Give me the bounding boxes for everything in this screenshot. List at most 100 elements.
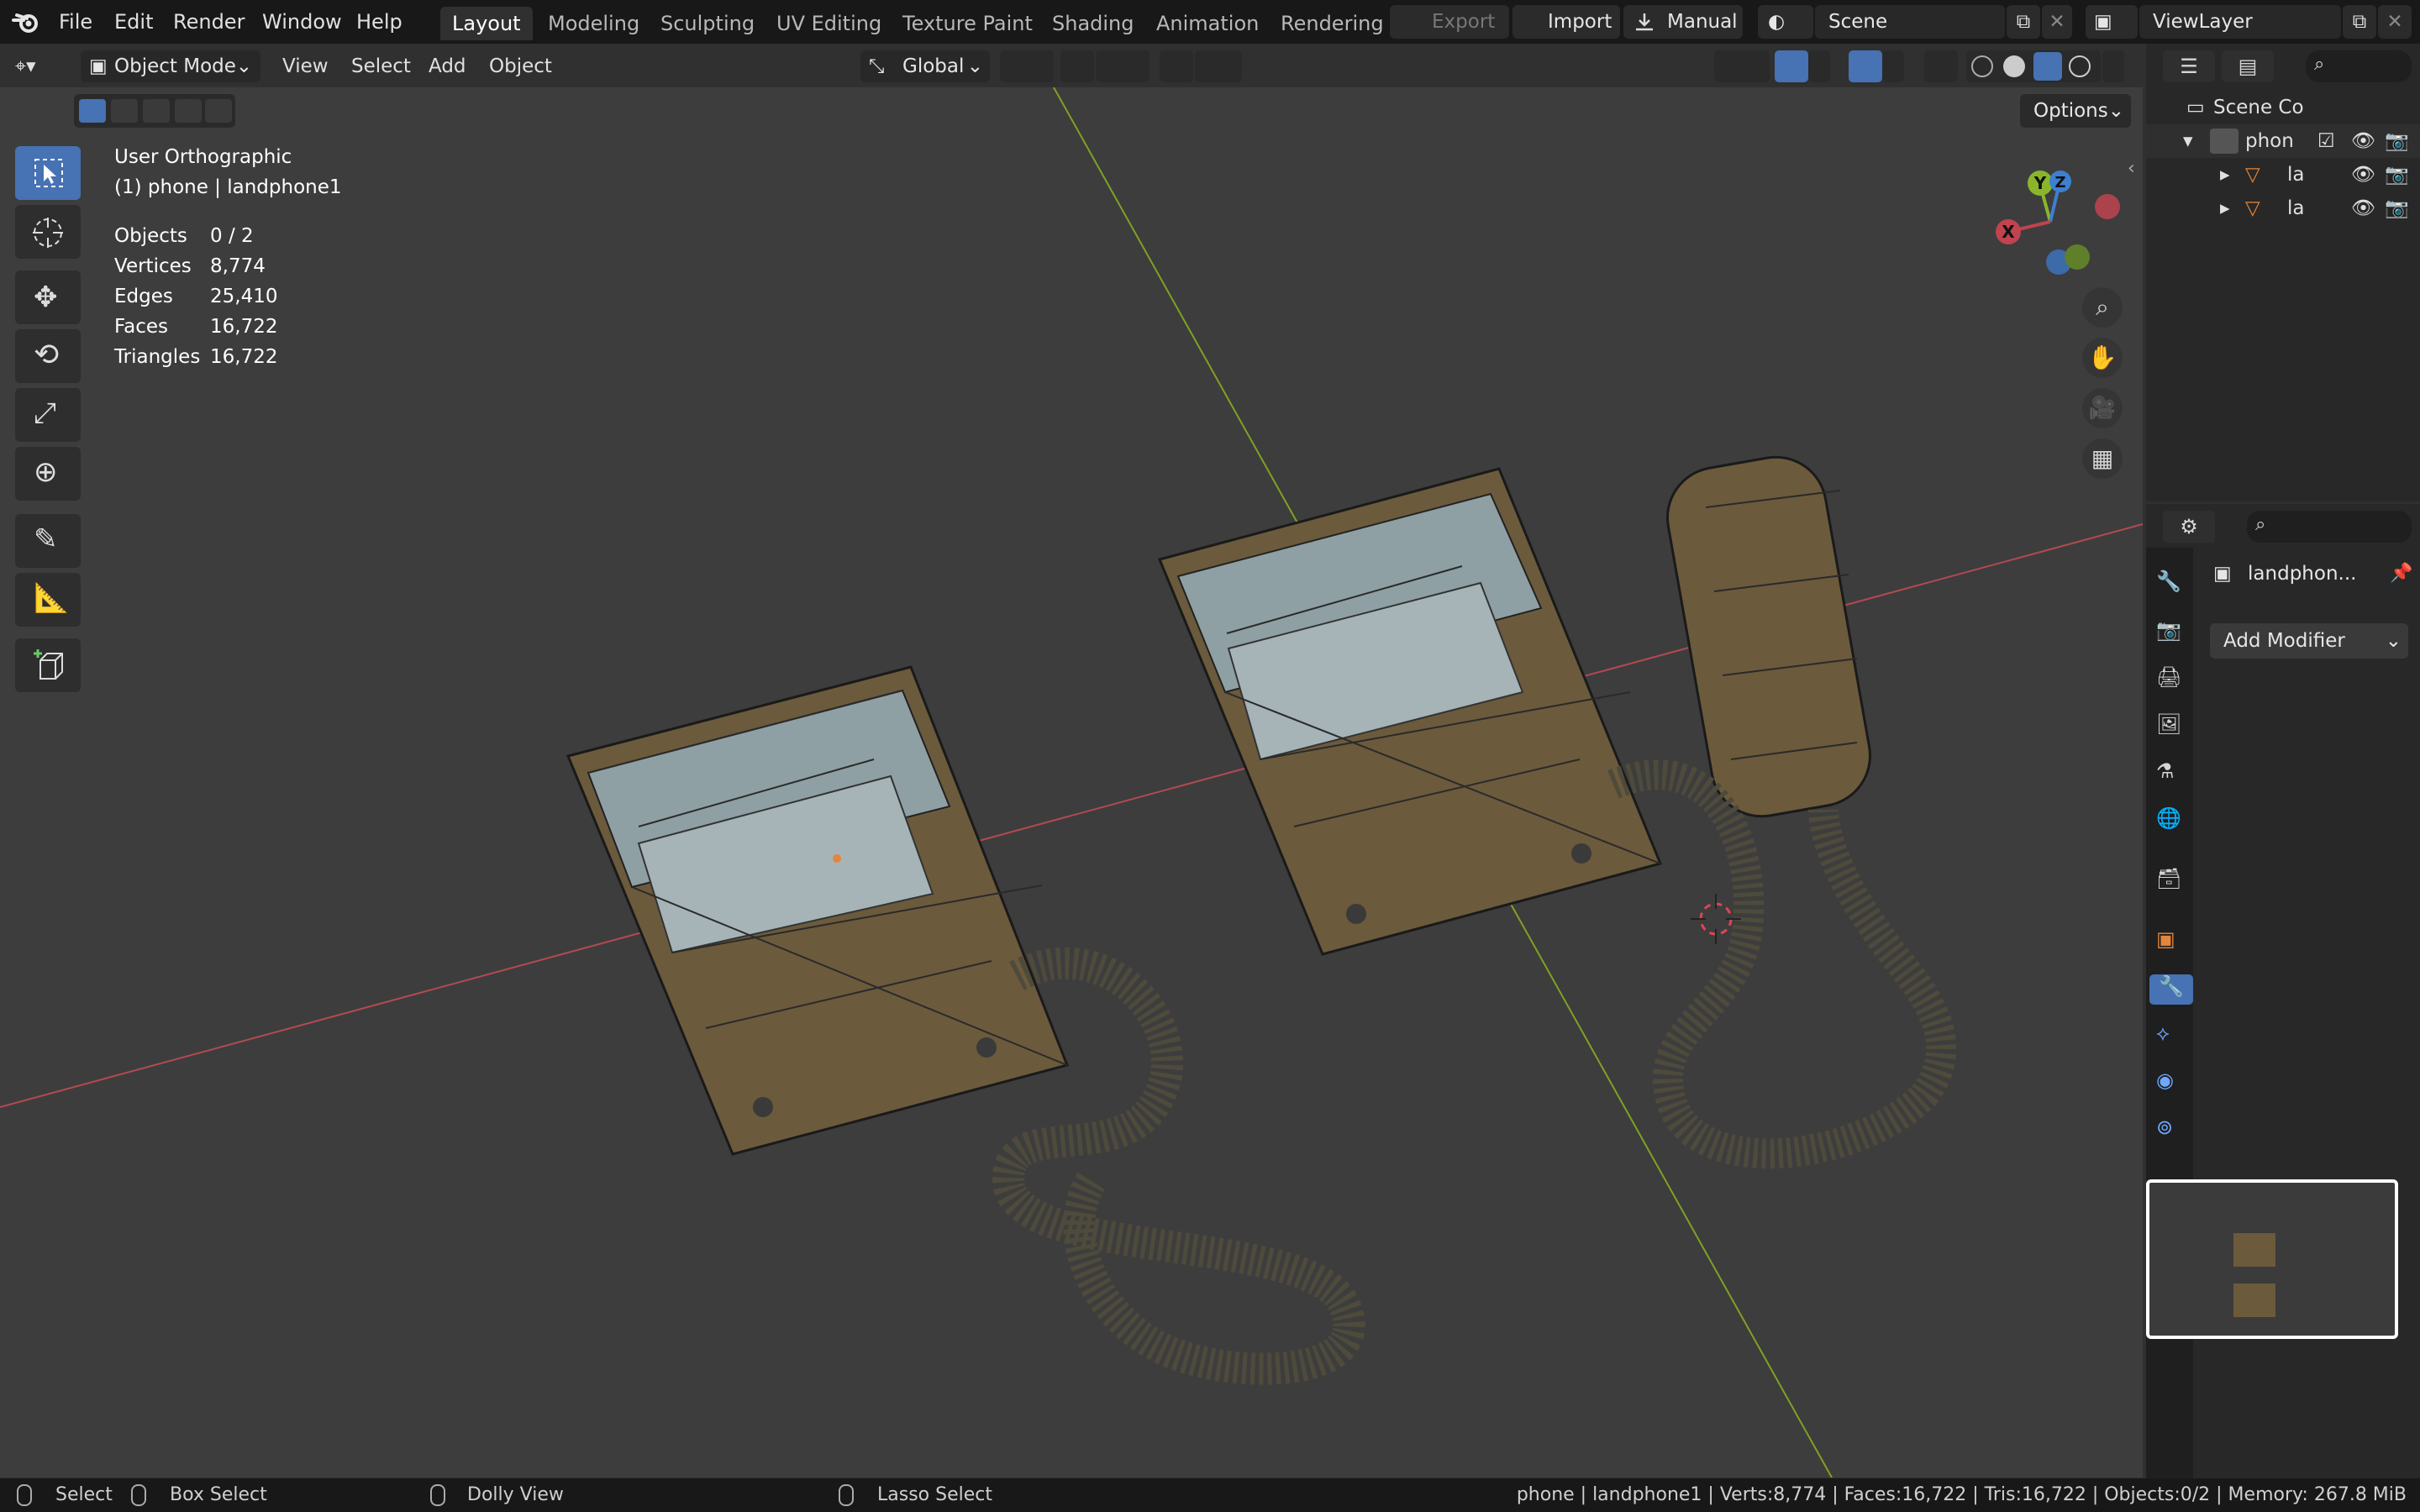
move-tool[interactable]: ✥ (15, 270, 81, 324)
solid-shading-icon[interactable] (2003, 55, 2025, 77)
outliner-editor-icon[interactable]: ☰ (2163, 50, 2215, 82)
menu-edit[interactable]: Edit (106, 7, 161, 37)
proportional-edit-icon[interactable] (1160, 50, 1193, 82)
falloff-icon[interactable] (1195, 50, 1242, 82)
object-props-icon[interactable]: ▣ (2156, 927, 2186, 958)
select-invert-icon[interactable] (175, 99, 202, 123)
scene-type-button[interactable]: ◐ (1758, 5, 1813, 39)
render-camera-icon[interactable]: 📷 (2385, 124, 2409, 158)
eye-icon[interactable]: 👁 (2351, 124, 2375, 158)
outliner-object-row[interactable]: ▸ ▽ la 👁 📷 (2146, 192, 2420, 225)
tab-animation[interactable]: Animation (1144, 7, 1270, 40)
menu-object[interactable]: Object (489, 50, 552, 82)
close-icon[interactable]: ✕ (2042, 5, 2072, 39)
pivot-point-icon[interactable] (1000, 50, 1054, 82)
options-dropdown[interactable]: Options ⌄ (2020, 94, 2131, 128)
render-camera-icon[interactable]: 📷 (2385, 192, 2409, 225)
snap-toggle-icon[interactable] (1060, 50, 1094, 82)
material-shading-icon[interactable] (2033, 52, 2062, 81)
wireframe-shading-icon[interactable] (1971, 55, 1993, 77)
screenshot-thumbnail[interactable] (2146, 1179, 2398, 1339)
zoom-icon[interactable]: ⌕ (2082, 287, 2123, 328)
select-intersect-icon[interactable] (205, 99, 232, 123)
add-cube-tool[interactable] (15, 638, 81, 692)
outliner-collection-row[interactable]: ▾ phone ☑ 👁 📷 (2146, 124, 2420, 158)
outliner-scene-row[interactable]: ▭ Scene Co (2146, 91, 2420, 124)
gizmo-chevron-down-icon[interactable] (1808, 50, 1830, 82)
new-viewlayer-icon[interactable]: ⧉ (2343, 5, 2376, 39)
orientation-dropdown[interactable]: ⤡ Global ⌄ (860, 50, 990, 82)
snap-target-icon[interactable] (1096, 50, 1150, 82)
eye-icon[interactable]: 👁 (2351, 158, 2375, 192)
view-layer-icon[interactable]: 🖼 (2156, 712, 2186, 743)
tab-rendering[interactable]: Rendering (1269, 7, 1396, 40)
render-camera-icon[interactable]: 📷 (2385, 158, 2409, 192)
outliner-search-input[interactable]: ⌕ (2306, 50, 2412, 82)
properties-editor-icon[interactable]: ⚙ (2163, 511, 2215, 543)
shading-chevron-down-icon[interactable] (2102, 50, 2124, 82)
select-extend-icon[interactable] (111, 99, 138, 123)
modifier-wrench-icon[interactable]: 🔧 (2149, 974, 2193, 1005)
tab-uv-editing[interactable]: UV Editing (765, 7, 893, 40)
camera-icon[interactable]: 🎥 (2082, 388, 2123, 428)
menu-view[interactable]: View (282, 50, 329, 82)
grid-icon[interactable]: ▦ (2082, 438, 2123, 479)
overlays-toggle-icon[interactable] (1849, 50, 1882, 82)
viewlayer-type-button[interactable]: ▣ (2086, 5, 2138, 39)
render-icon[interactable]: 📷 (2156, 618, 2186, 648)
scene-props-icon[interactable]: ⚗ (2156, 759, 2186, 790)
new-scene-icon[interactable]: ⧉ (2007, 5, 2040, 39)
tab-modeling[interactable]: Modeling (536, 7, 651, 40)
manual-button[interactable]: Manual (1623, 5, 1743, 39)
display-mode-icon[interactable]: ▤ (2222, 50, 2274, 82)
select-box-tool[interactable] (15, 146, 81, 200)
export-button[interactable]: Export (1390, 5, 1509, 39)
output-icon[interactable]: 🖨 (2156, 665, 2186, 696)
import-button[interactable]: Import (1512, 5, 1620, 39)
world-icon[interactable]: 🌐 (2156, 806, 2186, 837)
collapse-sidebar-icon[interactable]: ‹ (2128, 158, 2135, 179)
mode-dropdown[interactable]: ▣ Object Mode ⌄ (81, 50, 260, 82)
menu-render[interactable]: Render (165, 7, 253, 37)
tool-settings-icon[interactable]: 🔧 (2156, 570, 2186, 600)
editor-type-button[interactable]: ⌖▾ (15, 50, 66, 82)
pin-icon[interactable]: 📌 (2390, 563, 2412, 584)
remove-viewlayer-icon[interactable]: ✕ (2378, 5, 2412, 39)
gizmo-toggle-icon[interactable] (1775, 50, 1808, 82)
menu-add[interactable]: Add (429, 50, 466, 82)
rendered-shading-icon[interactable] (2069, 55, 2091, 77)
collection-props-icon[interactable]: 🗃 (2156, 867, 2186, 897)
menu-help[interactable]: Help (348, 7, 411, 37)
cursor-tool[interactable] (15, 205, 81, 259)
tab-layout[interactable]: Layout (440, 7, 533, 40)
3d-viewport[interactable]: ✥ ⟲ ⤢ ⊕ ✎ 📐 User Orthographic (1) phone … (0, 87, 2143, 1478)
checkbox-icon[interactable]: ☑ (2317, 124, 2335, 158)
menu-window[interactable]: Window (254, 7, 350, 37)
visibility-icon[interactable] (1714, 50, 1770, 82)
viewlayer-name-field[interactable]: ViewLayer (2139, 5, 2341, 39)
properties-search-input[interactable]: ⌕ (2247, 511, 2412, 543)
annotate-tool[interactable]: ✎ (15, 514, 81, 568)
transform-tool[interactable]: ⊕ (15, 447, 81, 501)
constraints-icon[interactable]: ⊚ (2156, 1116, 2186, 1146)
add-modifier-dropdown[interactable]: Add Modifier ⌄ (2210, 623, 2408, 659)
rotate-tool[interactable]: ⟲ (15, 329, 81, 383)
measure-tool[interactable]: 📐 (15, 573, 81, 627)
tab-shading[interactable]: Shading (1040, 7, 1146, 40)
pan-hand-icon[interactable]: ✋ (2082, 338, 2123, 378)
outliner-object-row[interactable]: ▸ ▽ la 👁 📷 (2146, 158, 2420, 192)
select-new-icon[interactable] (79, 99, 106, 123)
physics-icon[interactable]: ◉ (2156, 1068, 2186, 1099)
blender-logo-icon[interactable] (12, 8, 42, 35)
navigation-gizmo[interactable]: Y Z X (1983, 163, 2134, 281)
scale-tool[interactable]: ⤢ (15, 388, 81, 442)
overlays-chevron-down-icon[interactable] (1882, 50, 1904, 82)
tab-sculpting[interactable]: Sculpting (649, 7, 766, 40)
eye-icon[interactable]: 👁 (2351, 192, 2375, 225)
particles-icon[interactable]: ⟡ (2156, 1021, 2186, 1052)
select-subtract-icon[interactable] (143, 99, 170, 123)
tab-texture-paint[interactable]: Texture Paint (891, 7, 1044, 40)
scene-name-field[interactable]: Scene (1815, 5, 2005, 39)
xray-icon[interactable] (1924, 50, 1958, 82)
menu-file[interactable]: File (50, 7, 101, 37)
